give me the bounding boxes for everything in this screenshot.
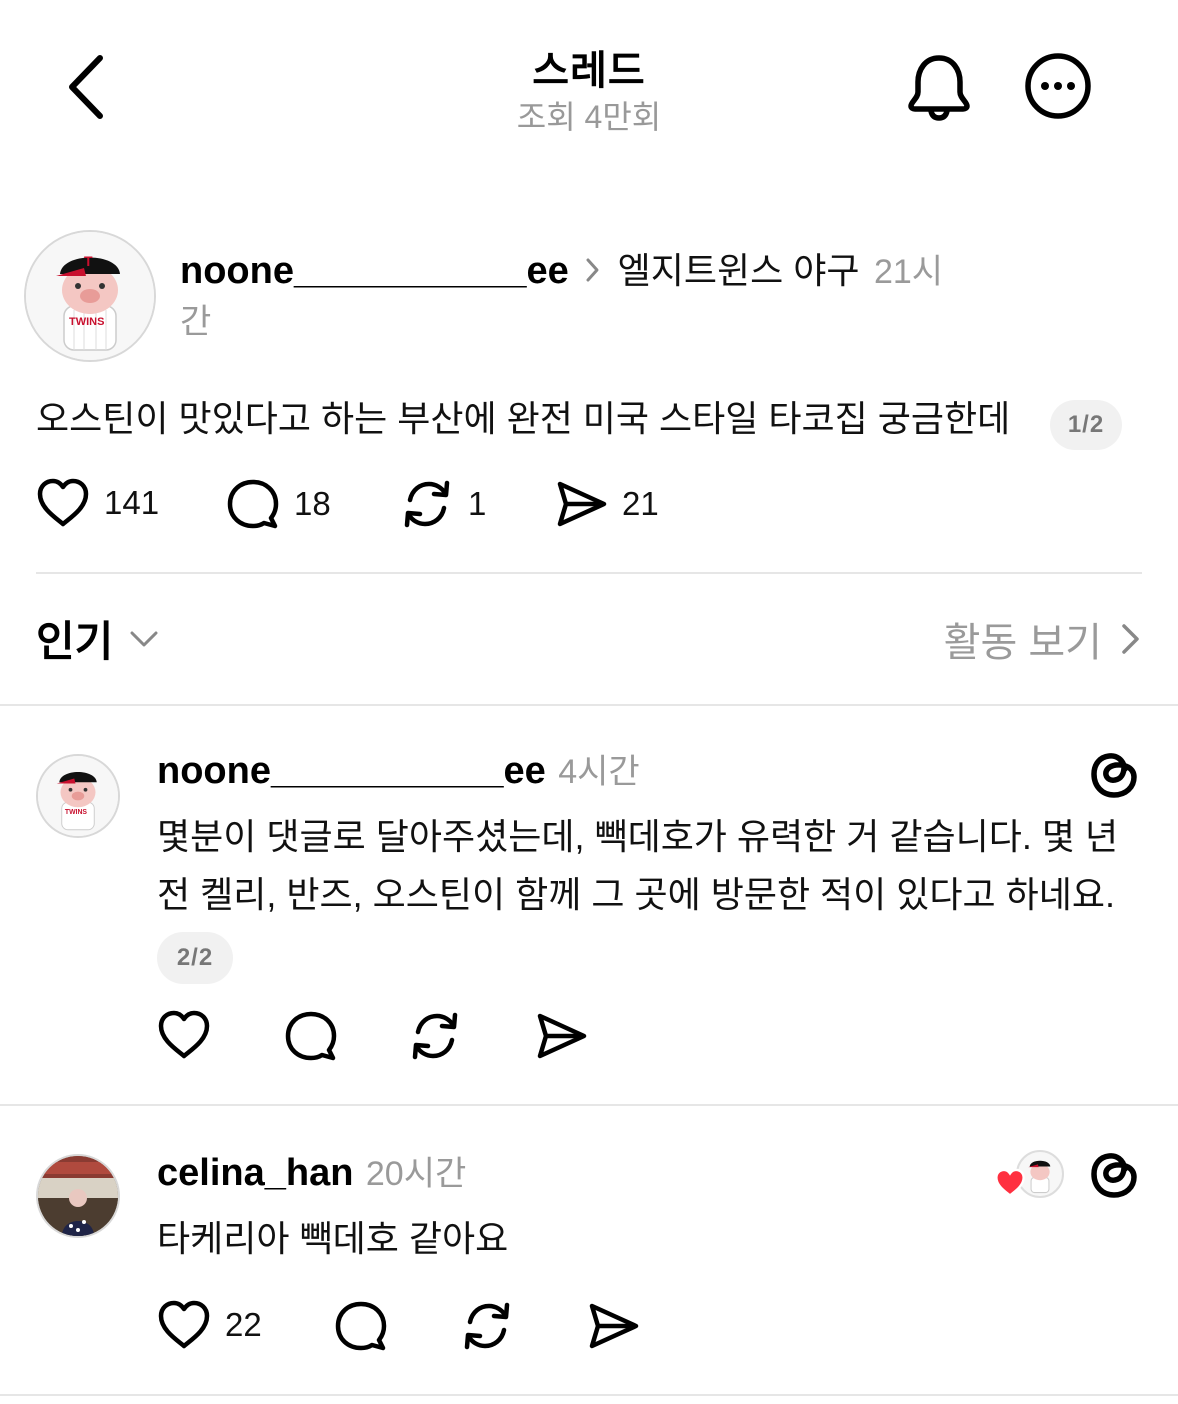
page-title: 스레드 xyxy=(532,49,646,93)
sort-label: 인기 xyxy=(36,618,114,665)
heart-icon xyxy=(158,1300,210,1349)
share-button[interactable] xyxy=(534,1010,588,1067)
reply-count: 18 xyxy=(294,485,331,522)
comment-username[interactable]: celina_han xyxy=(157,1152,353,1194)
share-icon xyxy=(557,481,607,527)
comment-icon xyxy=(227,479,279,529)
comment-text-line: 전 켈리, 반즈, 오스틴이 함께 그 곳에 방문한 적이 있다고 하네요. xyxy=(157,874,1116,915)
bell-icon xyxy=(908,55,970,121)
like-button[interactable]: 141 xyxy=(36,478,159,528)
threads-logo-icon[interactable] xyxy=(1088,746,1140,807)
svg-text:TWINS: TWINS xyxy=(65,809,88,816)
avatar[interactable]: TWINS xyxy=(36,754,120,838)
comment-time: 4시간 xyxy=(558,753,640,791)
comment-text: 몇분이 댓글로 달아주셨는데, 빽데호가 유력한 거 같습니다. 몇 년 전 켈… xyxy=(157,808,1147,924)
like-button[interactable]: 22 xyxy=(157,1300,262,1350)
repost-icon xyxy=(464,1302,510,1350)
share-icon xyxy=(537,1013,587,1059)
repost-count: 1 xyxy=(468,485,487,522)
avatar[interactable]: TWINS T xyxy=(24,230,156,362)
post-username[interactable]: noone___________ee xyxy=(180,250,569,292)
stadium-photo-avatar-image xyxy=(38,1156,118,1236)
comment-text: 타케리아 빽데호 같아요 xyxy=(157,1218,509,1259)
mascot-avatar-image: TWINS xyxy=(38,756,118,836)
repost-button[interactable] xyxy=(460,1300,514,1357)
chevron-right-icon xyxy=(585,257,601,288)
comment-icon xyxy=(335,1301,387,1351)
mascot-avatar-image: TWINS T xyxy=(26,232,154,360)
share-count: 21 xyxy=(622,485,659,522)
share-button[interactable] xyxy=(586,1300,640,1357)
svg-text:T: T xyxy=(84,253,93,269)
page-indicator: 1/2 xyxy=(1050,400,1122,450)
repost-icon xyxy=(404,480,450,528)
view-count: 조회 4만회 xyxy=(516,99,662,135)
community-link[interactable]: 엘지트윈스 야구 xyxy=(618,250,860,291)
heart-icon xyxy=(37,478,89,527)
heart-filled-icon xyxy=(995,1168,1025,1198)
reply-button[interactable]: 18 xyxy=(226,478,331,530)
share-button[interactable]: 21 xyxy=(554,478,659,530)
like-count: 22 xyxy=(225,1306,262,1343)
repost-button[interactable]: 1 xyxy=(400,478,486,530)
post-text: 오스틴이 맛있다고 하는 부산에 완전 미국 스타일 타코집 궁금한데 xyxy=(36,398,1011,439)
comment-icon xyxy=(285,1011,337,1061)
avatar[interactable] xyxy=(36,1154,120,1238)
notification-button[interactable] xyxy=(904,50,974,122)
divider xyxy=(0,704,1178,706)
post-time: 21시 xyxy=(873,253,944,291)
chevron-down-icon xyxy=(130,631,158,646)
more-button[interactable] xyxy=(1024,52,1092,120)
reply-button[interactable] xyxy=(284,1010,338,1067)
comment-time: 20시간 xyxy=(365,1155,467,1193)
divider xyxy=(0,1394,1178,1396)
chevron-right-icon xyxy=(1122,624,1139,654)
repost-button[interactable] xyxy=(408,1010,462,1067)
like-button[interactable] xyxy=(157,1010,211,1065)
sort-selector[interactable]: 인기 xyxy=(36,608,159,669)
liked-by-author-indicator xyxy=(994,1150,1066,1200)
more-icon xyxy=(1025,53,1091,119)
post-time-continued: 간 xyxy=(180,303,212,341)
like-count: 141 xyxy=(104,484,160,521)
share-icon xyxy=(589,1303,639,1349)
view-activity-label: 활동 보기 xyxy=(943,621,1102,665)
divider xyxy=(36,572,1142,574)
heart-icon xyxy=(158,1010,210,1059)
reply-button[interactable] xyxy=(334,1300,388,1357)
comment-text-line: 몇분이 댓글로 달아주셨는데, 빽데호가 유력한 거 같습니다. 몇 년 xyxy=(157,816,1119,857)
divider xyxy=(0,1104,1178,1106)
threads-logo-icon[interactable] xyxy=(1088,1146,1140,1207)
page-indicator: 2/2 xyxy=(157,932,233,984)
repost-icon xyxy=(412,1012,458,1060)
comment-username[interactable]: noone___________ee xyxy=(157,750,546,792)
svg-text:TWINS: TWINS xyxy=(69,316,104,328)
view-activity-link[interactable]: 활동 보기 xyxy=(944,610,1142,668)
